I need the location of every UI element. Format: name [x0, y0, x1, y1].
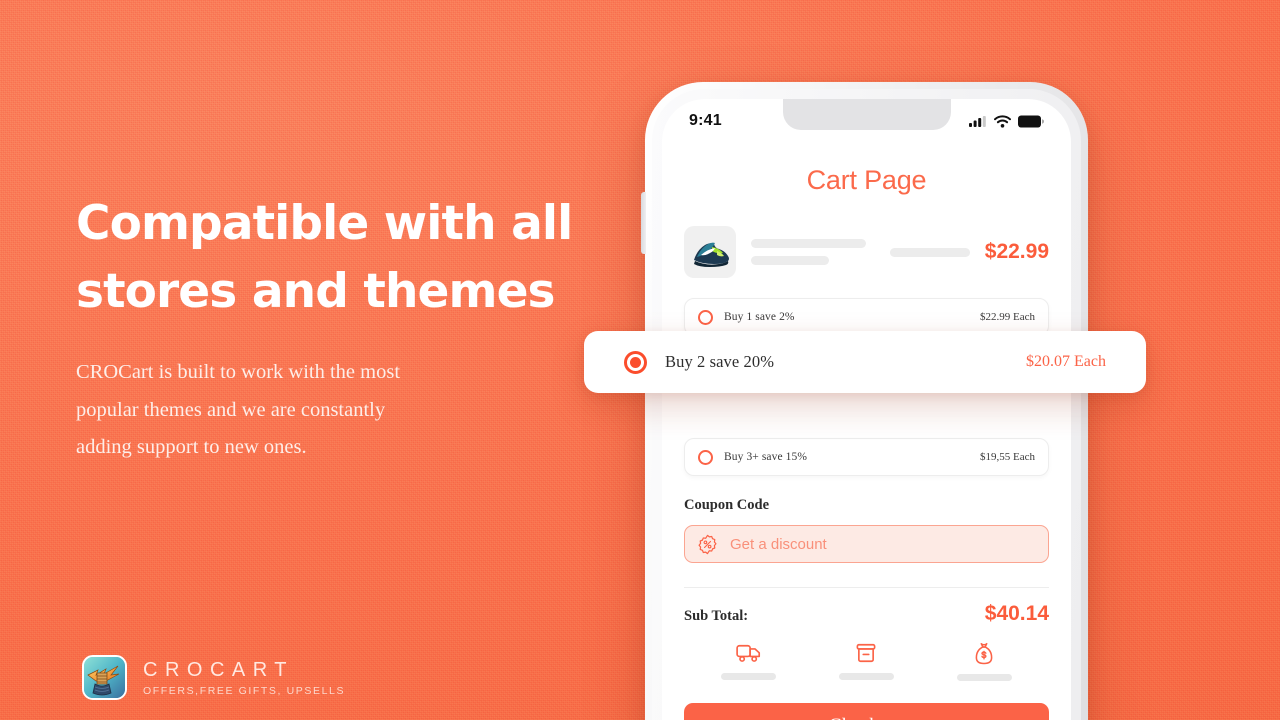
wifi-icon	[994, 114, 1011, 128]
subtext: CROCart is built to work with the most p…	[76, 354, 596, 466]
subtext-line-3: adding support to new ones.	[76, 435, 307, 458]
subtotal-value: $40.14	[984, 602, 1049, 625]
headline-line-2: stores and themes	[76, 264, 556, 320]
brand-lockup: CROCART OFFERS,FREE GIFTS, UPSELLS	[82, 655, 345, 700]
discount-badge-percent-icon	[698, 534, 717, 554]
divider	[684, 587, 1049, 588]
offer-option-row[interactable]: Buy 3+ save 15% $19,55 Each	[684, 438, 1049, 476]
skeleton-bar	[751, 239, 866, 248]
brand-tagline: OFFERS,FREE GIFTS, UPSELLS	[143, 684, 346, 697]
phone-notch	[782, 99, 951, 130]
trust-badge	[838, 642, 894, 681]
fist-holding-lightning-bolt-icon	[82, 655, 127, 700]
offer-label: Buy 2 save 20%	[665, 352, 775, 371]
skeleton-bar	[751, 256, 829, 265]
status-bar-clock: 9:41	[689, 112, 722, 129]
offer-price: $22.99 Each	[980, 311, 1035, 323]
coupon-code-input[interactable]: Get a discount	[684, 525, 1049, 563]
headline-line-1: Compatible with all	[76, 196, 573, 251]
offer-label: Buy 1 save 2%	[724, 311, 795, 323]
battery-full-icon	[1018, 115, 1044, 127]
offer-radio-selected[interactable]	[624, 350, 647, 374]
offer-label: Buy 3+ save 15%	[724, 451, 808, 463]
delivery-truck-icon	[736, 644, 760, 662]
status-bar-icons	[969, 114, 1044, 128]
offer-price: $19,55 Each	[980, 451, 1035, 463]
trust-badge-row	[684, 642, 1049, 681]
product-price: $22.99	[984, 240, 1049, 263]
skeleton-bar	[721, 673, 777, 680]
coupon-code-placeholder: Get a discount	[730, 535, 827, 553]
brand-name: CROCART	[143, 658, 295, 681]
running-shoe-icon	[684, 226, 736, 278]
skeleton-bar	[956, 674, 1012, 681]
offer-radio[interactable]	[698, 449, 713, 465]
offer-price: $20.07 Each	[1026, 353, 1106, 370]
money-bag-icon	[975, 642, 993, 665]
product-title-skeleton	[751, 239, 875, 265]
marketing-copy: Compatible with all stores and themes CR…	[76, 190, 596, 466]
phone-mockup: 9:41 Cart Page $22.99 Buy 1 save 2% $22.…	[641, 82, 1088, 720]
cart-screen-content: Cart Page $22.99 Buy 1 save 2% $22.99 Ea…	[662, 143, 1071, 720]
coupon-code-label: Coupon Code	[684, 497, 770, 513]
offer-radio[interactable]	[698, 309, 713, 325]
cart-product-row[interactable]: $22.99	[684, 226, 1049, 278]
page-title: Cart Page	[806, 165, 927, 195]
subtotal-row: Sub Total: $40.14	[684, 602, 1049, 626]
selected-offer-card[interactable]: Buy 2 save 20% $20.07 Each	[584, 331, 1146, 393]
trust-badge	[956, 642, 1012, 681]
subtext-line-2: popular themes and we are constantly	[76, 398, 386, 421]
phone-side-button[interactable]	[641, 192, 646, 254]
phone-screen: 9:41 Cart Page $22.99 Buy 1 save 2% $22.…	[662, 99, 1071, 720]
checkout-button[interactable]: Checkout	[684, 703, 1049, 720]
product-variant-skeleton	[889, 247, 970, 257]
headline: Compatible with all stores and themes	[76, 190, 596, 326]
trust-badge	[721, 642, 777, 681]
subtotal-label: Sub Total:	[684, 608, 749, 624]
brand-text: CROCART OFFERS,FREE GIFTS, UPSELLS	[143, 659, 345, 697]
package-box-icon	[857, 643, 876, 663]
skeleton-bar	[838, 673, 894, 680]
subtext-line-1: CROCart is built to work with the most	[76, 361, 401, 384]
cellular-signal-icon	[969, 116, 986, 127]
